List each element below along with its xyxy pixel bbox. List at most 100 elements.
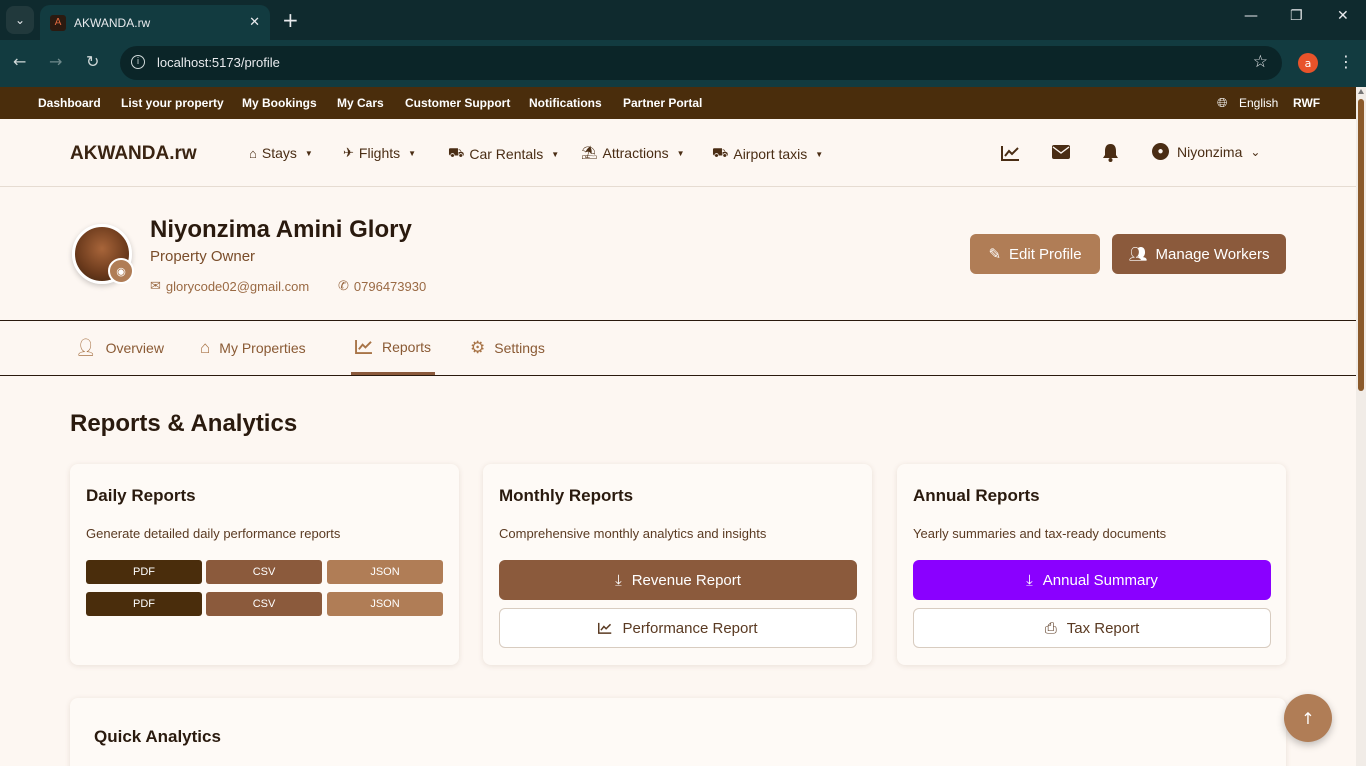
- manage-workers-button[interactable]: 👥︎ Manage Workers: [1112, 234, 1286, 274]
- new-tab-button[interactable]: +: [282, 8, 299, 32]
- tab-settings[interactable]: ⚙ Settings: [470, 321, 545, 375]
- window-close-icon[interactable]: ✕: [1337, 8, 1349, 24]
- umbrella-beach-icon: ⛱: [581, 145, 598, 160]
- card-title: Annual Reports: [913, 486, 1040, 505]
- scroll-to-top-button[interactable]: ↑: [1284, 694, 1332, 742]
- revenue-report-button[interactable]: ⤓ Revenue Report: [499, 560, 857, 600]
- profile-phone: ✆ 0796473930: [338, 278, 427, 294]
- envelope-icon[interactable]: [1052, 145, 1070, 159]
- caret-down-icon: ▼: [815, 149, 824, 159]
- chart-icon[interactable]: [1001, 145, 1020, 161]
- caret-down-icon: ▼: [551, 149, 560, 159]
- daily-csv-button[interactable]: CSV: [206, 592, 322, 616]
- browser-tab-bar: ⌄ A AKWANDA.rw ✕ + — ❐ ✕: [0, 0, 1366, 40]
- globe-icon: 🌐︎: [1217, 95, 1228, 110]
- nav-stays[interactable]: ⌂ Stays ▼: [249, 145, 313, 161]
- close-tab-icon[interactable]: ✕: [249, 15, 260, 30]
- site-info-icon[interactable]: i: [131, 55, 145, 69]
- caret-down-icon: ▼: [676, 148, 685, 158]
- camera-icon[interactable]: ◉: [108, 258, 134, 284]
- daily-json-button[interactable]: JSON: [327, 560, 443, 584]
- daily-reports-card: Daily Reports Generate detailed daily pe…: [70, 464, 459, 665]
- profile-name: Niyonzima Amini Glory: [150, 216, 412, 243]
- performance-report-button[interactable]: Performance Report: [499, 608, 857, 648]
- topnav-my-cars[interactable]: My Cars: [337, 96, 384, 110]
- currency-selector[interactable]: RWF: [1293, 96, 1320, 110]
- browser-menu-icon[interactable]: ⋮: [1338, 52, 1354, 71]
- user-circle-icon: ●: [1152, 143, 1169, 160]
- profile-role: Property Owner: [150, 248, 256, 265]
- topnav-customer-support[interactable]: Customer Support: [405, 96, 510, 110]
- caret-down-icon: ▼: [408, 148, 417, 158]
- reload-icon[interactable]: ↻: [86, 52, 99, 71]
- restore-icon[interactable]: ❐: [1290, 8, 1303, 24]
- daily-pdf-button[interactable]: PDF: [86, 560, 202, 584]
- favicon-icon: A: [50, 14, 66, 31]
- annual-summary-button[interactable]: ⤓ Annual Summary: [913, 560, 1271, 600]
- url-field[interactable]: i localhost:5173/profile ☆: [120, 46, 1282, 80]
- chart-icon: [598, 622, 612, 634]
- minimize-icon[interactable]: —: [1244, 8, 1258, 24]
- tab-title: AKWANDA.rw: [74, 15, 151, 30]
- brand-logo[interactable]: AKWANDA.rw: [70, 143, 197, 165]
- home-icon: ⌂: [200, 338, 211, 357]
- nav-car-rentals[interactable]: ⛟ Car Rentals ▼: [448, 145, 559, 163]
- daily-json-button[interactable]: JSON: [327, 592, 443, 616]
- profile-header: ◉ Niyonzima Amini Glory Property Owner ✉…: [0, 188, 1356, 321]
- tab-my-properties[interactable]: ⌂ My Properties: [200, 321, 306, 375]
- url-host: localhost: [157, 55, 209, 70]
- card-description: Generate detailed daily performance repo…: [86, 526, 341, 541]
- user-name: Niyonzima: [1177, 143, 1243, 160]
- envelope-icon: ✉: [150, 278, 161, 293]
- print-icon: ⎙: [1044, 619, 1057, 637]
- profile-email: ✉ glorycode02@gmail.com: [150, 278, 310, 294]
- chart-icon: [355, 339, 372, 354]
- profile-tabs: 👤︎ Overview ⌂ My Properties Reports ⚙ Setti…: [0, 321, 1356, 376]
- scroll-up-arrow[interactable]: [1358, 89, 1364, 94]
- download-icon: ⤓: [1026, 571, 1033, 589]
- nav-airport-taxis[interactable]: ⛟ Airport taxis ▼: [712, 145, 823, 163]
- nav-flights[interactable]: ✈ Flights ▼: [343, 145, 416, 161]
- topnav-notifications[interactable]: Notifications: [529, 96, 602, 110]
- nav-attractions[interactable]: ⛱ Attractions ▼: [581, 145, 685, 161]
- url-path: :5173/profile: [208, 55, 280, 70]
- page-title: Reports & Analytics: [70, 410, 298, 437]
- language-selector[interactable]: English: [1239, 96, 1278, 110]
- main-header: AKWANDA.rw ⌂ Stays ▼ ✈ Flights ▼ ⛟ Car Rental…: [0, 119, 1356, 187]
- phone-icon: ✆: [338, 278, 349, 293]
- card-title: Monthly Reports: [499, 486, 634, 505]
- edit-profile-button[interactable]: ✎ Edit Profile: [970, 234, 1100, 274]
- topnav-my-bookings[interactable]: My Bookings: [242, 96, 317, 110]
- user-menu[interactable]: ● Niyonzima ⌄: [1152, 143, 1260, 160]
- bookmark-star-icon[interactable]: ☆: [1253, 52, 1268, 72]
- browser-profile-avatar[interactable]: a: [1298, 53, 1318, 73]
- topnav-dashboard[interactable]: Dashboard: [38, 96, 101, 110]
- taxi-icon: ⛟: [712, 145, 729, 160]
- back-icon[interactable]: ←: [13, 52, 26, 71]
- monthly-reports-card: Monthly Reports Comprehensive monthly an…: [483, 464, 872, 665]
- home-icon: ⌂: [249, 145, 257, 161]
- page-scrollbar[interactable]: [1356, 87, 1366, 766]
- top-utility-nav: Dashboard List your property My Bookings…: [0, 87, 1356, 119]
- caret-down-icon: ▼: [304, 148, 313, 158]
- topnav-list-property[interactable]: List your property: [121, 96, 224, 110]
- daily-csv-button[interactable]: CSV: [206, 560, 322, 584]
- bell-icon[interactable]: [1102, 143, 1119, 162]
- tab-overview[interactable]: 👤︎ Overview: [75, 321, 164, 375]
- plane-icon: ✈: [343, 145, 354, 160]
- gear-icon: ⚙: [470, 338, 486, 357]
- daily-pdf-button[interactable]: PDF: [86, 592, 202, 616]
- tab-reports[interactable]: Reports: [351, 321, 436, 375]
- card-title: Daily Reports: [86, 486, 196, 505]
- card-title: Quick Analytics: [94, 727, 221, 746]
- tab-search-button[interactable]: ⌄: [6, 6, 34, 34]
- browser-tab[interactable]: A AKWANDA.rw ✕: [40, 5, 270, 40]
- topnav-partner-portal[interactable]: Partner Portal: [623, 96, 702, 110]
- tax-report-button[interactable]: ⎙ Tax Report: [913, 608, 1271, 648]
- forward-icon[interactable]: →: [49, 52, 62, 71]
- quick-analytics-card: Quick Analytics: [70, 698, 1286, 766]
- card-description: Comprehensive monthly analytics and insi…: [499, 526, 767, 541]
- edit-icon: ✎: [988, 246, 1002, 263]
- user-icon: 👤︎: [75, 338, 97, 357]
- scroll-thumb[interactable]: [1358, 99, 1364, 391]
